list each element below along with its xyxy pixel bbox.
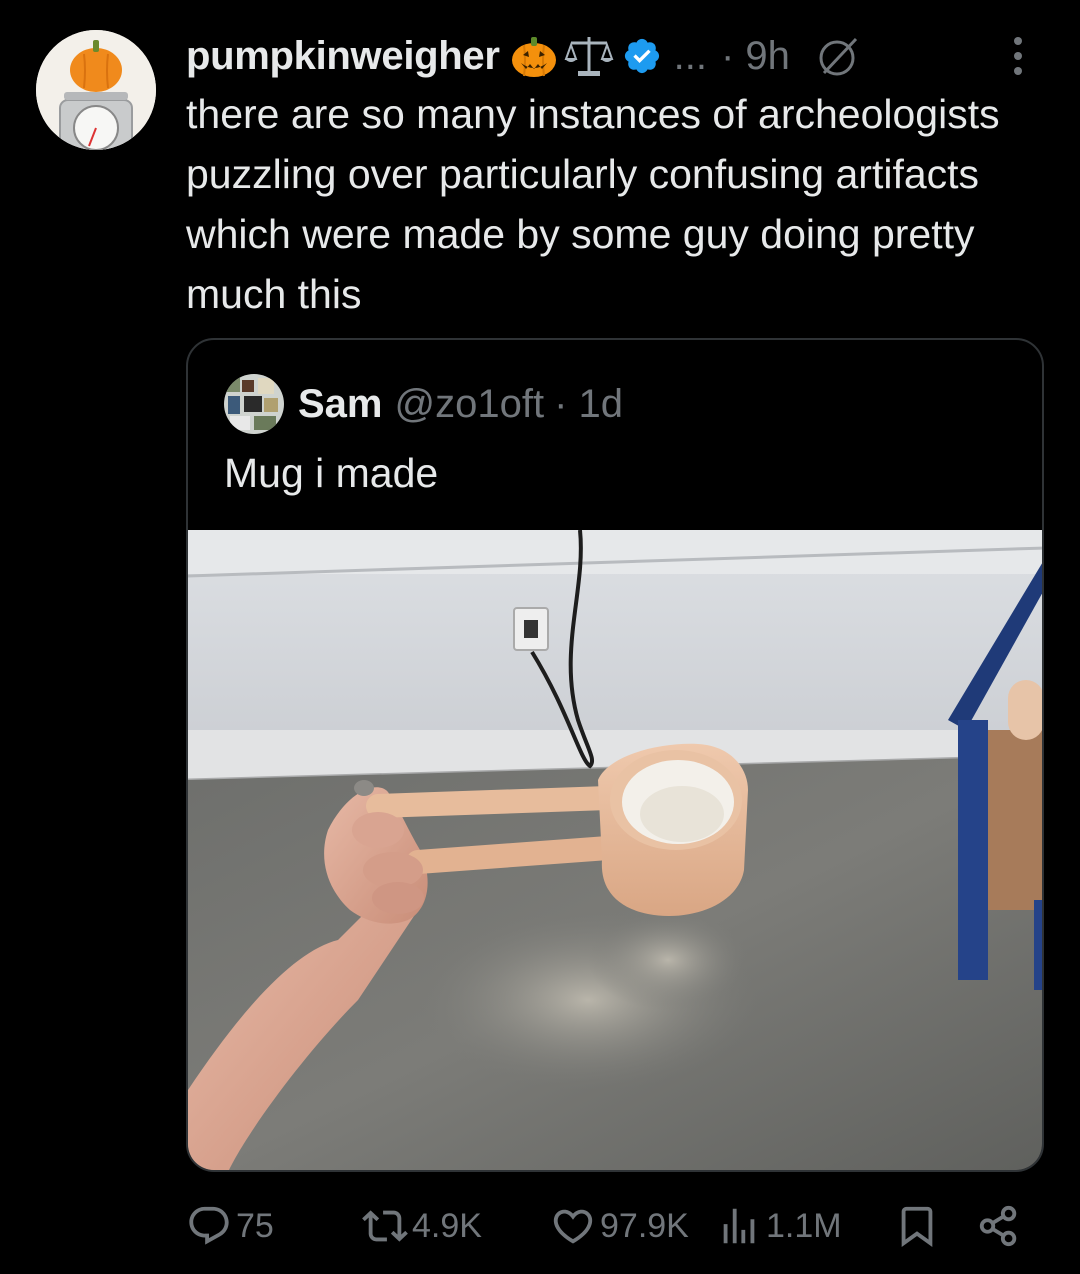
like-icon <box>550 1203 596 1249</box>
bookmark-icon <box>894 1203 940 1249</box>
repost-button[interactable]: 4.9K <box>362 1196 482 1256</box>
display-name[interactable]: pumpkinweigher <box>186 34 500 79</box>
quoted-display-name[interactable]: Sam <box>298 382 383 427</box>
quoted-avatar[interactable] <box>224 374 284 434</box>
views-count: 1.1M <box>766 1206 842 1245</box>
grok-icon[interactable] <box>814 33 860 79</box>
share-icon <box>976 1203 1022 1249</box>
reply-button[interactable]: 75 <box>186 1196 274 1256</box>
tweet-text: there are so many instances of archeolog… <box>186 91 1000 317</box>
quoted-tweet[interactable]: Sam @zo1oft · 1d Mug i made <box>186 338 1044 1172</box>
tweet-header: pumpkinweigher ... · 9h <box>186 28 1050 84</box>
bookmark-button[interactable] <box>894 1196 940 1256</box>
action-bar: 75 4.9K 97.9K 1.1M <box>186 1196 1046 1256</box>
reply-count: 75 <box>236 1206 274 1245</box>
quoted-photo[interactable] <box>188 529 1042 1170</box>
verified-badge-icon[interactable] <box>622 36 662 76</box>
avatar[interactable] <box>36 30 156 150</box>
like-button[interactable]: 97.9K <box>550 1196 689 1256</box>
more-indicator: ... <box>673 33 707 78</box>
pumpkin-icon <box>510 33 558 79</box>
reply-icon <box>186 1203 232 1249</box>
repost-icon <box>362 1203 408 1249</box>
like-count: 97.9K <box>600 1206 689 1245</box>
views-icon <box>716 1203 762 1249</box>
views-button[interactable]: 1.1M <box>716 1196 842 1256</box>
repost-count: 4.9K <box>412 1206 482 1245</box>
scales-icon <box>564 33 614 79</box>
quoted-tweet-header: Sam @zo1oft · 1d <box>224 374 624 434</box>
share-button[interactable] <box>976 1196 1022 1256</box>
quoted-handle[interactable]: @zo1oft <box>395 382 545 427</box>
quoted-time: · 1d <box>554 381 624 426</box>
more-options-icon[interactable] <box>998 34 1038 78</box>
quoted-tweet-text: Mug i made <box>224 450 439 496</box>
tweet-time[interactable]: · 9h <box>721 34 790 79</box>
